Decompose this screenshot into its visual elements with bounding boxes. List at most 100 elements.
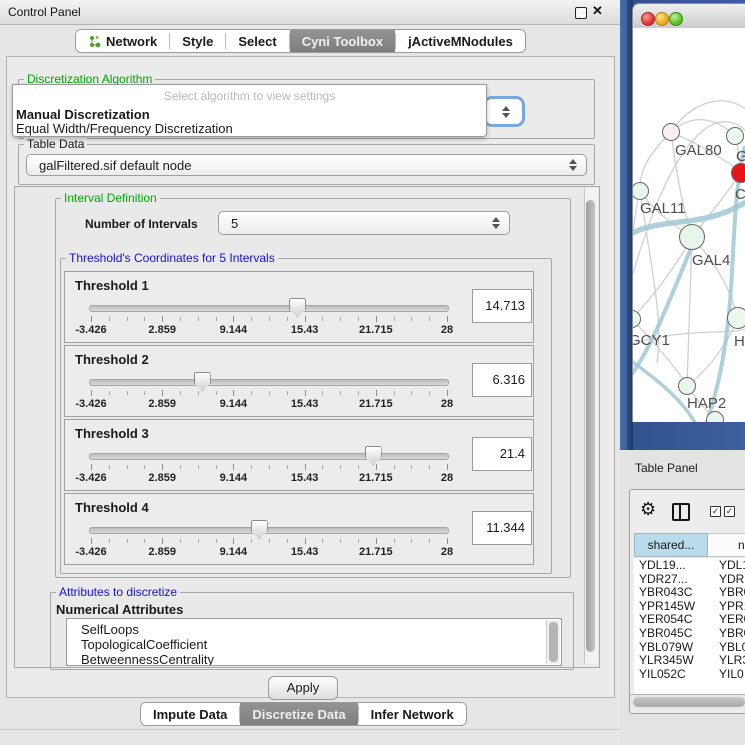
graph-node[interactable]	[679, 224, 705, 250]
network-window-titlebar	[633, 4, 745, 29]
tab-impute-data[interactable]: Impute Data	[141, 703, 239, 725]
graph-node[interactable]	[706, 411, 724, 422]
tab-discretize-data[interactable]: Discretize Data	[240, 703, 357, 725]
slider-tick-label: 15.43	[275, 398, 335, 410]
checkbox-icon[interactable]: ✓	[710, 506, 721, 517]
table-row[interactable]: YER054CYER0	[634, 612, 745, 626]
graph-node[interactable]	[726, 127, 744, 145]
slider-tick	[394, 539, 395, 543]
cell-shared-name: YBR043C	[639, 585, 692, 599]
number-of-intervals-combobox[interactable]: 5	[218, 211, 510, 235]
close-icon[interactable]: ✕	[592, 3, 603, 19]
zoom-light-icon[interactable]	[669, 12, 683, 26]
table-row[interactable]: YBR045CYBR0	[634, 626, 745, 640]
scrollbar-thumb[interactable]	[549, 622, 558, 662]
table-horizontal-scrollbar[interactable]	[630, 694, 745, 710]
threshold-value-field[interactable]: 6.316	[472, 363, 532, 397]
minimize-light-icon[interactable]	[655, 12, 669, 26]
scrollbar-thumb[interactable]	[633, 697, 745, 707]
slider-tick	[287, 465, 288, 469]
slider-track[interactable]	[89, 527, 449, 534]
algorithm-option[interactable]: Equal Width/Frequency Discretization	[16, 121, 233, 136]
network-view-window: GAL80GCGAL11GAL4GCY1HHAP2	[632, 3, 745, 422]
table-data-combobox[interactable]: galFiltered.sif default node	[26, 154, 587, 176]
slider-tick	[91, 316, 92, 322]
slider-tick	[411, 465, 412, 469]
close-light-icon[interactable]	[641, 12, 655, 26]
tab-style[interactable]: Style	[170, 30, 225, 52]
threshold-row: Threshold 3 -3.4262.8599.14415.4321.7152…	[64, 419, 534, 491]
numerical-attributes-list[interactable]: SelfLoopsTopologicalCoefficientBetweenne…	[66, 618, 562, 666]
threshold-value-field[interactable]: 11.344	[472, 511, 532, 545]
tab-infer-network[interactable]: Infer Network	[359, 703, 466, 725]
slider-tick	[198, 391, 199, 395]
table-row[interactable]: YBL079WYBL0	[634, 640, 745, 654]
table-row[interactable]: YDR27...YDR2	[634, 572, 745, 586]
threshold-slider[interactable]: -3.4262.8599.14415.4321.71528	[65, 272, 533, 342]
slider-tick	[233, 316, 234, 322]
tab-cyni-toolbox[interactable]: Cyni Toolbox	[290, 30, 395, 52]
threshold-value-field[interactable]: 14.713	[472, 289, 532, 323]
slider-tick	[394, 317, 395, 321]
slider-tick	[251, 317, 252, 321]
slider-thumb[interactable]	[365, 446, 382, 465]
attribute-list-item[interactable]: SelfLoops	[81, 622, 139, 637]
slider-tick	[127, 465, 128, 469]
control-panel-titlebar	[0, 0, 620, 25]
group-title-thresholds: Threshold's Coordinates for 5 Intervals	[66, 251, 278, 265]
network-canvas[interactable]: GAL80GCGAL11GAL4GCY1HHAP2	[633, 28, 745, 422]
slider-tick	[305, 390, 306, 396]
tab-select[interactable]: Select	[226, 30, 288, 52]
control-panel-tabbar: NetworkStyleSelectCyni ToolboxjActiveMNo…	[75, 29, 526, 53]
tab-network[interactable]: Network	[76, 30, 169, 52]
float-window-icon[interactable]	[575, 7, 587, 19]
table-row[interactable]: YIL052CYIL0	[634, 667, 745, 681]
threshold-slider[interactable]: -3.4262.8599.14415.4321.71528	[65, 494, 533, 564]
tab-jactivemnodules[interactable]: jActiveMNodules	[396, 30, 525, 52]
slider-track[interactable]	[89, 453, 449, 460]
table-row[interactable]: YPR145WYPR1	[634, 599, 745, 613]
column-header-shared[interactable]: shared...	[634, 533, 708, 557]
graph-node[interactable]	[662, 123, 680, 141]
slider-thumb[interactable]	[289, 298, 306, 317]
threshold-value-field[interactable]: 21.4	[472, 437, 532, 471]
slider-track[interactable]	[89, 379, 449, 386]
cell-name: YDR2	[719, 572, 745, 586]
slider-tick	[411, 391, 412, 395]
slider-tick	[358, 391, 359, 395]
cyni-bottom-tabbar: Impute DataDiscretize Data Infer Network	[140, 702, 467, 726]
table-row[interactable]: YBR043CYBR0	[634, 585, 745, 599]
slider-tick	[322, 391, 323, 395]
attribute-list-item[interactable]: BetweennessCentrality	[81, 652, 214, 666]
graph-node-label: GCY1	[633, 332, 670, 349]
slider-thumb[interactable]	[251, 520, 268, 539]
attribute-list-item[interactable]: TopologicalCoefficient	[81, 637, 207, 652]
threshold-slider[interactable]: -3.4262.8599.14415.4321.71528	[65, 420, 533, 490]
column-header-name[interactable]: n	[708, 533, 745, 557]
slider-thumb[interactable]	[194, 372, 211, 391]
algorithm-combobox-stepper[interactable]	[486, 99, 522, 124]
slider-tick-label: 15.43	[275, 324, 335, 336]
scrollbar-thumb[interactable]	[586, 200, 595, 652]
slider-tick	[127, 317, 128, 321]
gear-icon[interactable]: ⚙	[640, 500, 656, 518]
apply-button[interactable]: Apply	[268, 676, 338, 700]
threshold-slider[interactable]: -3.4262.8599.14415.4321.71528	[65, 346, 533, 416]
slider-tick-label: 2.859	[132, 472, 192, 484]
table-body: YDL19...YDL1YDR27...YDR2YBR043CYBR0YPR14…	[634, 558, 745, 694]
table-row[interactable]: YDL19...YDL1	[634, 558, 745, 572]
graph-node[interactable]	[727, 307, 745, 329]
slider-track[interactable]	[89, 305, 449, 312]
slider-tick	[287, 317, 288, 321]
list-vertical-scrollbar[interactable]	[546, 620, 560, 664]
algorithm-option[interactable]: Manual Discretization	[16, 107, 150, 122]
column-layout-icon[interactable]	[672, 503, 690, 521]
slider-tick	[269, 465, 270, 469]
graph-node[interactable]	[731, 163, 745, 183]
cell-name: YBR0	[719, 626, 745, 640]
graph-node[interactable]	[678, 377, 696, 395]
slider-tick	[358, 465, 359, 469]
tab-label: Infer Network	[371, 707, 454, 722]
table-row[interactable]: YLR345WYLR3	[634, 653, 745, 667]
checkbox-icon[interactable]: ✓	[724, 506, 735, 517]
